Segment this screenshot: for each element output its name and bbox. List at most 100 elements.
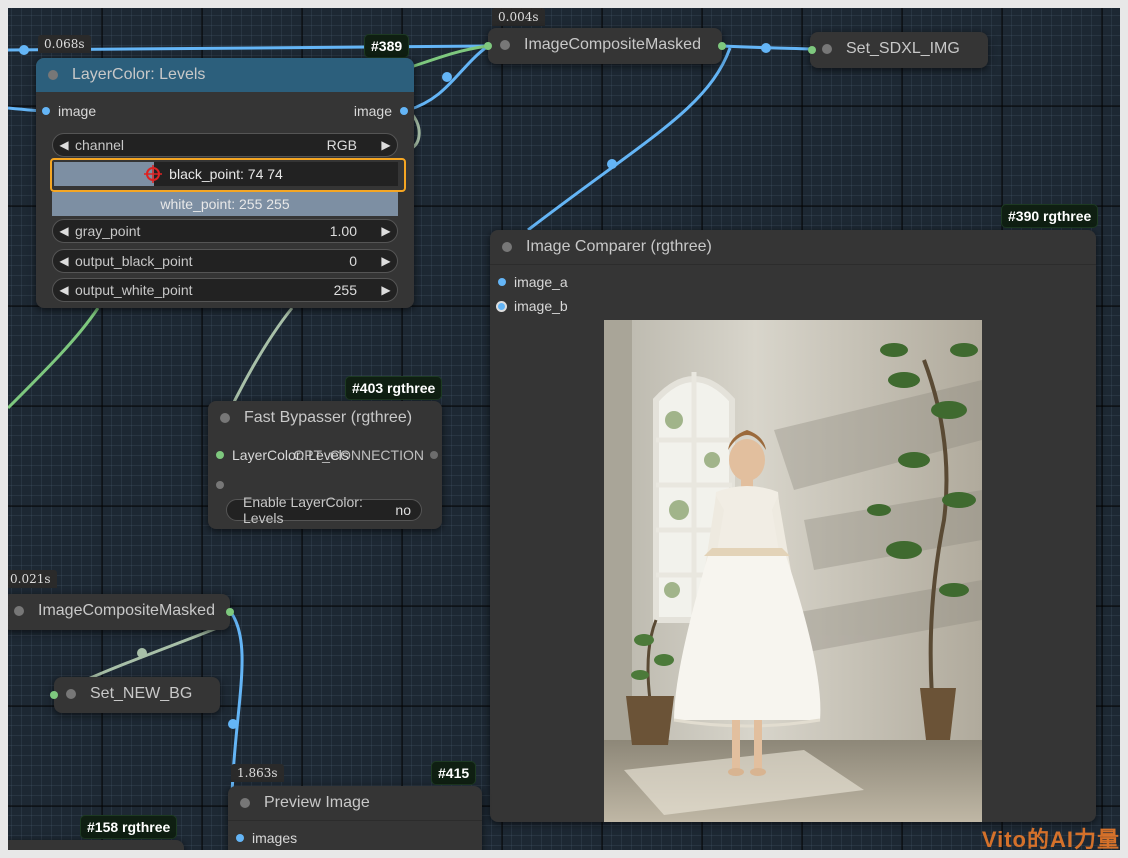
node-badge-158: #158 rgthree <box>80 815 178 839</box>
bypasser-output-slot[interactable]: OPT_CONNECTION <box>293 447 438 463</box>
collapse-dot-icon[interactable] <box>48 70 58 80</box>
white-point-slider[interactable]: white_point: 255 255 <box>52 192 398 216</box>
preview-timing: 1.863s <box>231 764 284 782</box>
output-dot-icon[interactable] <box>430 451 438 459</box>
channel-value: RGB <box>326 137 357 153</box>
gray-point-label: gray_point <box>75 223 141 239</box>
input-dot-icon[interactable] <box>808 46 816 54</box>
right-arrow-icon[interactable]: ▶ <box>375 138 397 152</box>
composite-top-node[interactable]: ImageCompositeMasked <box>484 28 726 64</box>
wire-midpoint <box>19 45 29 55</box>
output-white-point-number[interactable]: ◀ output_white_point 255 ▶ <box>52 278 398 302</box>
output-dot-icon[interactable] <box>718 42 726 50</box>
input-b-label: image_b <box>514 298 568 314</box>
levels-output-image[interactable]: image <box>354 103 408 119</box>
empty-input-dot-icon[interactable] <box>216 481 224 489</box>
node-badge-389: #389 <box>364 34 410 58</box>
right-arrow-icon[interactable]: ▶ <box>375 283 397 297</box>
wire-midpoint <box>137 648 147 658</box>
black-point-text: black_point: 74 74 <box>169 166 283 182</box>
output-white-point-value: 255 <box>333 282 357 298</box>
composite-top-title: ImageCompositeMasked <box>524 36 701 53</box>
preview-node[interactable]: Preview Image images <box>228 786 482 850</box>
composite-left-timing: 0.021s <box>8 570 57 588</box>
white-point-text: white_point: 255 255 <box>160 196 290 212</box>
enable-levels-toggle[interactable]: Enable LayerColor: Levels no <box>226 494 422 526</box>
wire-midpoint <box>442 72 452 82</box>
left-arrow-icon[interactable]: ◀ <box>53 283 75 297</box>
set-new-bg-node[interactable]: Set_NEW_BG <box>50 677 220 713</box>
enable-levels-value: no <box>395 502 411 518</box>
left-arrow-icon[interactable]: ◀ <box>53 224 75 238</box>
gray-point-number[interactable]: ◀ gray_point 1.00 ▶ <box>52 219 398 243</box>
preview-input-label: images <box>252 830 298 846</box>
input-dot-icon[interactable] <box>216 451 224 459</box>
input-dot-icon[interactable] <box>236 834 244 842</box>
collapse-dot-icon[interactable] <box>66 689 76 699</box>
composite-top-timing: 0.004s <box>492 8 545 26</box>
input-a-label: image_a <box>514 274 568 290</box>
composite-top-title-bar[interactable]: ImageCompositeMasked <box>484 28 726 62</box>
collapse-dot-icon[interactable] <box>822 44 832 54</box>
collapse-dot-icon[interactable] <box>502 242 512 252</box>
collapse-dot-icon[interactable] <box>220 413 230 423</box>
preview-title-bar[interactable]: Preview Image <box>228 786 482 821</box>
set-new-bg-title: Set_NEW_BG <box>90 685 193 702</box>
node-canvas[interactable]: 0.068s #389 LayerColor: Levels image ima… <box>8 8 1120 850</box>
woman-in-white-dress-photo <box>604 320 982 822</box>
output-dot-icon[interactable] <box>400 107 408 115</box>
collapse-dot-icon[interactable] <box>240 798 250 808</box>
input-dot-icon[interactable] <box>498 278 506 286</box>
collapse-dot-icon[interactable] <box>14 606 24 616</box>
watermark: Vito的AI力量 <box>981 827 1120 850</box>
levels-input-image[interactable]: image <box>42 103 96 119</box>
left-arrow-icon[interactable]: ◀ <box>53 254 75 268</box>
bypasser-badge: #403 rgthree <box>345 376 443 400</box>
set-sdxl-title-bar[interactable]: Set_SDXL_IMG <box>808 32 988 66</box>
wire-image-comparer <box>527 47 732 232</box>
composite-left-title-bar[interactable]: ImageCompositeMasked <box>8 594 234 628</box>
left-arrow-icon[interactable]: ◀ <box>53 138 75 152</box>
comparer-title: Image Comparer (rgthree) <box>526 238 712 255</box>
input-dot-icon[interactable] <box>496 300 507 312</box>
bypasser-title: Fast Bypasser (rgthree) <box>244 409 413 426</box>
wire-midpoint <box>228 719 238 729</box>
wire-image-sdxl <box>721 44 813 51</box>
wire-midpoint <box>607 159 617 169</box>
channel-combo[interactable]: ◀ channel RGB ▶ <box>52 133 398 157</box>
crosshair-cursor-icon <box>144 165 162 183</box>
wire-mask-top <box>407 44 489 70</box>
bypasser-title-bar[interactable]: Fast Bypasser (rgthree) <box>208 401 442 435</box>
levels-node[interactable]: LayerColor: Levels image image ◀ channel… <box>36 58 414 308</box>
black-point-slider[interactable]: black_point: 74 74 <box>54 162 398 186</box>
wire-midpoint <box>761 43 771 53</box>
bypasser-node[interactable]: Fast Bypasser (rgthree) LayerColor: Leve… <box>208 401 442 529</box>
comparer-input-b[interactable]: image_b <box>496 298 568 314</box>
collapse-dot-icon[interactable] <box>500 40 510 50</box>
right-arrow-icon[interactable]: ▶ <box>375 224 397 238</box>
output-black-point-number[interactable]: ◀ output_black_point 0 ▶ <box>52 249 398 273</box>
output-black-point-value: 0 <box>349 253 357 269</box>
partial-node-158[interactable] <box>8 840 184 850</box>
comparer-badge: #390 rgthree <box>1001 204 1099 228</box>
output-label: image <box>353 103 392 119</box>
comparer-title-bar[interactable]: Image Comparer (rgthree) <box>490 230 1096 265</box>
preview-input-images[interactable]: images <box>236 830 297 846</box>
right-arrow-icon[interactable]: ▶ <box>375 254 397 268</box>
preview-badge: #415 <box>431 761 477 785</box>
input-dot-icon[interactable] <box>484 42 492 50</box>
enable-levels-label: Enable LayerColor: Levels <box>243 494 363 526</box>
set-new-bg-title-bar[interactable]: Set_NEW_BG <box>50 677 220 711</box>
levels-timing: 0.068s <box>38 35 91 53</box>
output-dot-icon[interactable] <box>226 608 234 616</box>
composite-left-node[interactable]: ImageCompositeMasked <box>8 594 234 630</box>
set-sdxl-node[interactable]: Set_SDXL_IMG <box>808 32 988 68</box>
wire-image-levels-out <box>407 44 489 112</box>
preview-title: Preview Image <box>264 794 370 811</box>
comparer-input-a[interactable]: image_a <box>498 274 568 290</box>
comparer-image[interactable] <box>604 320 982 822</box>
levels-title-bar[interactable]: LayerColor: Levels <box>36 58 414 92</box>
input-dot-icon[interactable] <box>42 107 50 115</box>
input-dot-icon[interactable] <box>50 691 58 699</box>
gray-point-value: 1.00 <box>329 223 357 239</box>
